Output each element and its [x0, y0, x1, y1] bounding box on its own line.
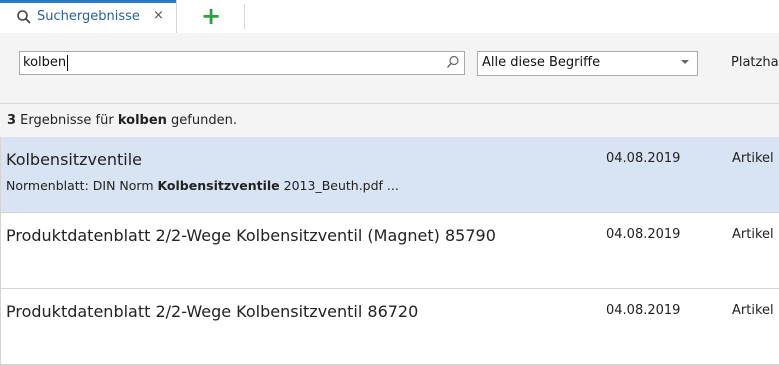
summary-term: kolben [117, 113, 167, 128]
result-date: 04.08.2019 [606, 227, 681, 242]
result-snippet: Normenblatt: DIN Norm Kolbensitzventile … [6, 178, 399, 193]
active-tab-indicator [0, 0, 176, 3]
snippet-text-end: 2013_Beuth.pdf ... [279, 178, 399, 193]
result-type: Artikel [732, 303, 774, 318]
tab-label: Suchergebnisse [37, 9, 140, 24]
add-tab-icon[interactable]: + [199, 2, 223, 30]
summary-text-after: gefunden. [166, 113, 237, 128]
result-count: 3 [7, 113, 17, 128]
result-title[interactable]: Produktdatenblatt 2/2-Wege Kolbensitzven… [6, 226, 496, 245]
result-type: Artikel [732, 227, 774, 242]
result-title[interactable]: Kolbensitzventile [6, 150, 142, 169]
search-query-text: kolben [23, 55, 67, 70]
scope-label: Platzha [731, 55, 779, 70]
result-title[interactable]: Produktdatenblatt 2/2-Wege Kolbensitzven… [6, 302, 418, 321]
result-row[interactable] [1, 289, 779, 365]
result-row[interactable] [1, 213, 779, 289]
summary-text-before: Ergebnisse für [16, 113, 118, 128]
search-mode-value: Alle diese Begriffe [482, 55, 601, 70]
snippet-highlight: Kolbensitzventile [157, 178, 280, 193]
result-summary: 3 Ergebnisse für kolben gefunden. [7, 113, 237, 128]
text-cursor [67, 55, 68, 71]
result-date: 04.08.2019 [606, 151, 681, 166]
snippet-text: Normenblatt: DIN Norm [6, 178, 158, 193]
close-icon[interactable]: × [153, 8, 164, 23]
chevron-down-icon [681, 60, 689, 64]
search-icon[interactable] [446, 55, 460, 69]
search-icon [17, 10, 31, 24]
search-input[interactable] [19, 51, 465, 75]
result-type: Artikel [732, 151, 774, 166]
result-row[interactable] [1, 137, 779, 213]
result-date: 04.08.2019 [606, 303, 681, 318]
tab-separator [244, 4, 245, 29]
